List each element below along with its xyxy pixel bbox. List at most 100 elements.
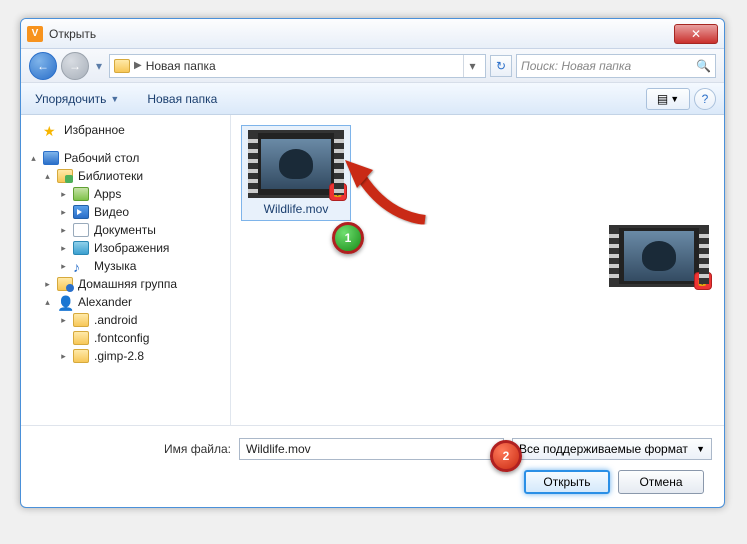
search-input[interactable]: Поиск: Новая папка 🔍	[516, 54, 716, 78]
filename-label: Имя файла:	[21, 442, 231, 456]
tree-label: Избранное	[64, 123, 125, 137]
file-name: Wildlife.mov	[246, 202, 346, 216]
cancel-button[interactable]: Отмена	[618, 470, 704, 494]
dialog-footer: Имя файла: Все поддерживаемые формат ▼ О…	[21, 425, 724, 506]
collapse-icon[interactable]: ▴	[29, 154, 38, 163]
app-icon: V	[27, 26, 43, 42]
tree-favorites[interactable]: ★ Избранное	[39, 121, 226, 139]
toolbar: Упорядочить ▼ Новая папка ▤ ▼ ?	[21, 83, 724, 115]
tree-video[interactable]: ▸ Видео	[55, 203, 226, 221]
video-icon	[73, 205, 89, 219]
desktop-icon	[43, 151, 59, 165]
homegroup-icon	[57, 277, 73, 291]
path-bar[interactable]: ▶ Новая папка ▾	[109, 54, 486, 78]
video-thumbnail: 🔒	[248, 130, 344, 198]
tree-images[interactable]: ▸ Изображения	[55, 239, 226, 257]
nav-bar: ← → ▾ ▶ Новая папка ▾ ↻ Поиск: Новая пап…	[21, 49, 724, 83]
tree-music[interactable]: ▸♪Музыка	[55, 257, 226, 275]
tree-label: Рабочий стол	[64, 151, 139, 165]
tree-homegroup[interactable]: ▸ Домашняя группа	[39, 275, 226, 293]
open-button[interactable]: Открыть	[524, 470, 610, 494]
titlebar: V Открыть ✕	[21, 19, 724, 49]
search-icon: 🔍	[696, 59, 711, 73]
tree-label: Alexander	[78, 295, 132, 309]
refresh-button[interactable]: ↻	[490, 55, 512, 77]
nav-forward-button[interactable]: →	[61, 52, 89, 80]
tree-label: .fontconfig	[94, 331, 149, 345]
star-icon: ★	[43, 123, 59, 137]
view-mode-button[interactable]: ▤ ▼	[646, 88, 690, 110]
preview-pane: 🔒	[601, 225, 716, 287]
expand-icon[interactable]: ▸	[59, 244, 68, 253]
expand-icon[interactable]: ▸	[43, 280, 52, 289]
organize-menu[interactable]: Упорядочить ▼	[29, 88, 125, 110]
expand-icon[interactable]: ▸	[59, 352, 68, 361]
tree-label: Музыка	[94, 259, 136, 273]
close-button[interactable]: ✕	[674, 24, 718, 44]
button-label: Отмена	[639, 475, 682, 489]
tree-documents[interactable]: ▸Документы	[55, 221, 226, 239]
tree-apps[interactable]: ▸ Apps	[55, 185, 226, 203]
folder-icon	[114, 59, 130, 73]
nav-history-drop[interactable]: ▾	[93, 55, 105, 77]
chevron-right-icon: ▶	[134, 60, 142, 71]
lock-icon: 🔒	[694, 272, 712, 290]
chevron-down-icon: ▼	[110, 94, 119, 104]
expand-icon[interactable]: ▸	[59, 190, 68, 199]
tree-desktop[interactable]: ▴ Рабочий стол	[25, 149, 226, 167]
filter-text: Все поддерживаемые формат	[519, 442, 696, 456]
help-button[interactable]: ?	[694, 88, 716, 110]
path-drop[interactable]: ▾	[463, 55, 481, 77]
folder-icon	[73, 313, 89, 327]
close-icon: ✕	[691, 27, 701, 41]
tree-label: .android	[94, 313, 137, 327]
annotation-arrow	[345, 160, 435, 230]
chevron-down-icon: ▼	[670, 94, 679, 104]
tree-folder-fontconfig[interactable]: .fontconfig	[55, 329, 226, 347]
tree-folder-gimp[interactable]: ▸ .gimp-2.8	[55, 347, 226, 365]
organize-label: Упорядочить	[35, 92, 106, 106]
tree-label: Библиотеки	[78, 169, 143, 183]
path-segment[interactable]: Новая папка	[146, 59, 459, 73]
filename-input[interactable]	[239, 438, 504, 460]
collapse-icon[interactable]: ▴	[43, 172, 52, 181]
apps-icon	[73, 187, 89, 201]
tree-label: Apps	[94, 187, 121, 201]
annotation-step-1: 1	[332, 222, 364, 254]
tree-label: Видео	[94, 205, 129, 219]
file-list[interactable]: 🔒 Wildlife.mov 🔒	[231, 115, 724, 425]
chevron-down-icon: ▼	[696, 444, 705, 454]
library-icon	[57, 169, 73, 183]
window-title: Открыть	[49, 27, 674, 41]
video-thumbnail: 🔒	[609, 225, 709, 287]
tree-libraries[interactable]: ▴ Библиотеки	[39, 167, 226, 185]
callout-badge: 2	[490, 440, 522, 472]
search-placeholder: Поиск: Новая папка	[521, 59, 696, 73]
annotation-step-2: 2	[490, 440, 522, 472]
filetype-filter[interactable]: Все поддерживаемые формат ▼	[512, 438, 712, 460]
tree-label: Изображения	[94, 241, 169, 255]
help-icon: ?	[702, 92, 709, 106]
callout-badge: 1	[332, 222, 364, 254]
folder-icon	[73, 331, 89, 345]
nav-back-button[interactable]: ←	[29, 52, 57, 80]
user-icon: 👤	[57, 295, 73, 309]
expand-icon[interactable]: ▸	[59, 316, 68, 325]
folder-icon	[73, 349, 89, 363]
open-file-dialog: V Открыть ✕ ← → ▾ ▶ Новая папка ▾ ↻ Поис…	[20, 18, 725, 508]
expand-icon[interactable]: ▸	[59, 262, 68, 271]
tree-user[interactable]: ▴ 👤 Alexander	[39, 293, 226, 311]
arrow-left-icon: ←	[37, 59, 49, 73]
tree-label: Домашняя группа	[78, 277, 177, 291]
collapse-icon[interactable]: ▴	[43, 298, 52, 307]
view-icon: ▤	[657, 92, 668, 106]
expand-icon[interactable]: ▸	[59, 226, 68, 235]
new-folder-label: Новая папка	[147, 92, 217, 106]
refresh-icon: ↻	[496, 59, 506, 73]
button-label: Открыть	[543, 475, 590, 489]
new-folder-button[interactable]: Новая папка	[141, 88, 223, 110]
tree-folder-android[interactable]: ▸ .android	[55, 311, 226, 329]
tree-label: .gimp-2.8	[94, 349, 144, 363]
expand-icon[interactable]: ▸	[59, 208, 68, 217]
file-item-selected[interactable]: 🔒 Wildlife.mov	[241, 125, 351, 221]
